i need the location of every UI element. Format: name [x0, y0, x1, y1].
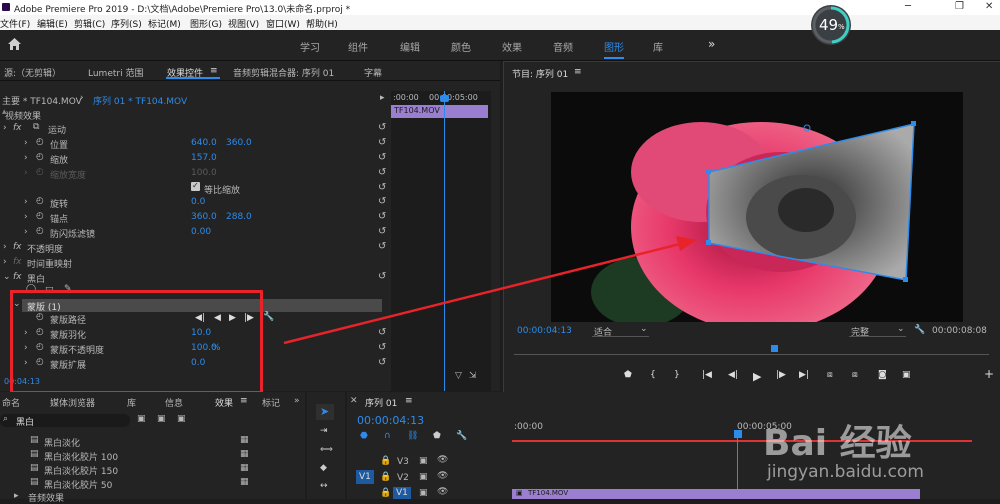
- annotation-arrow: [283, 236, 697, 345]
